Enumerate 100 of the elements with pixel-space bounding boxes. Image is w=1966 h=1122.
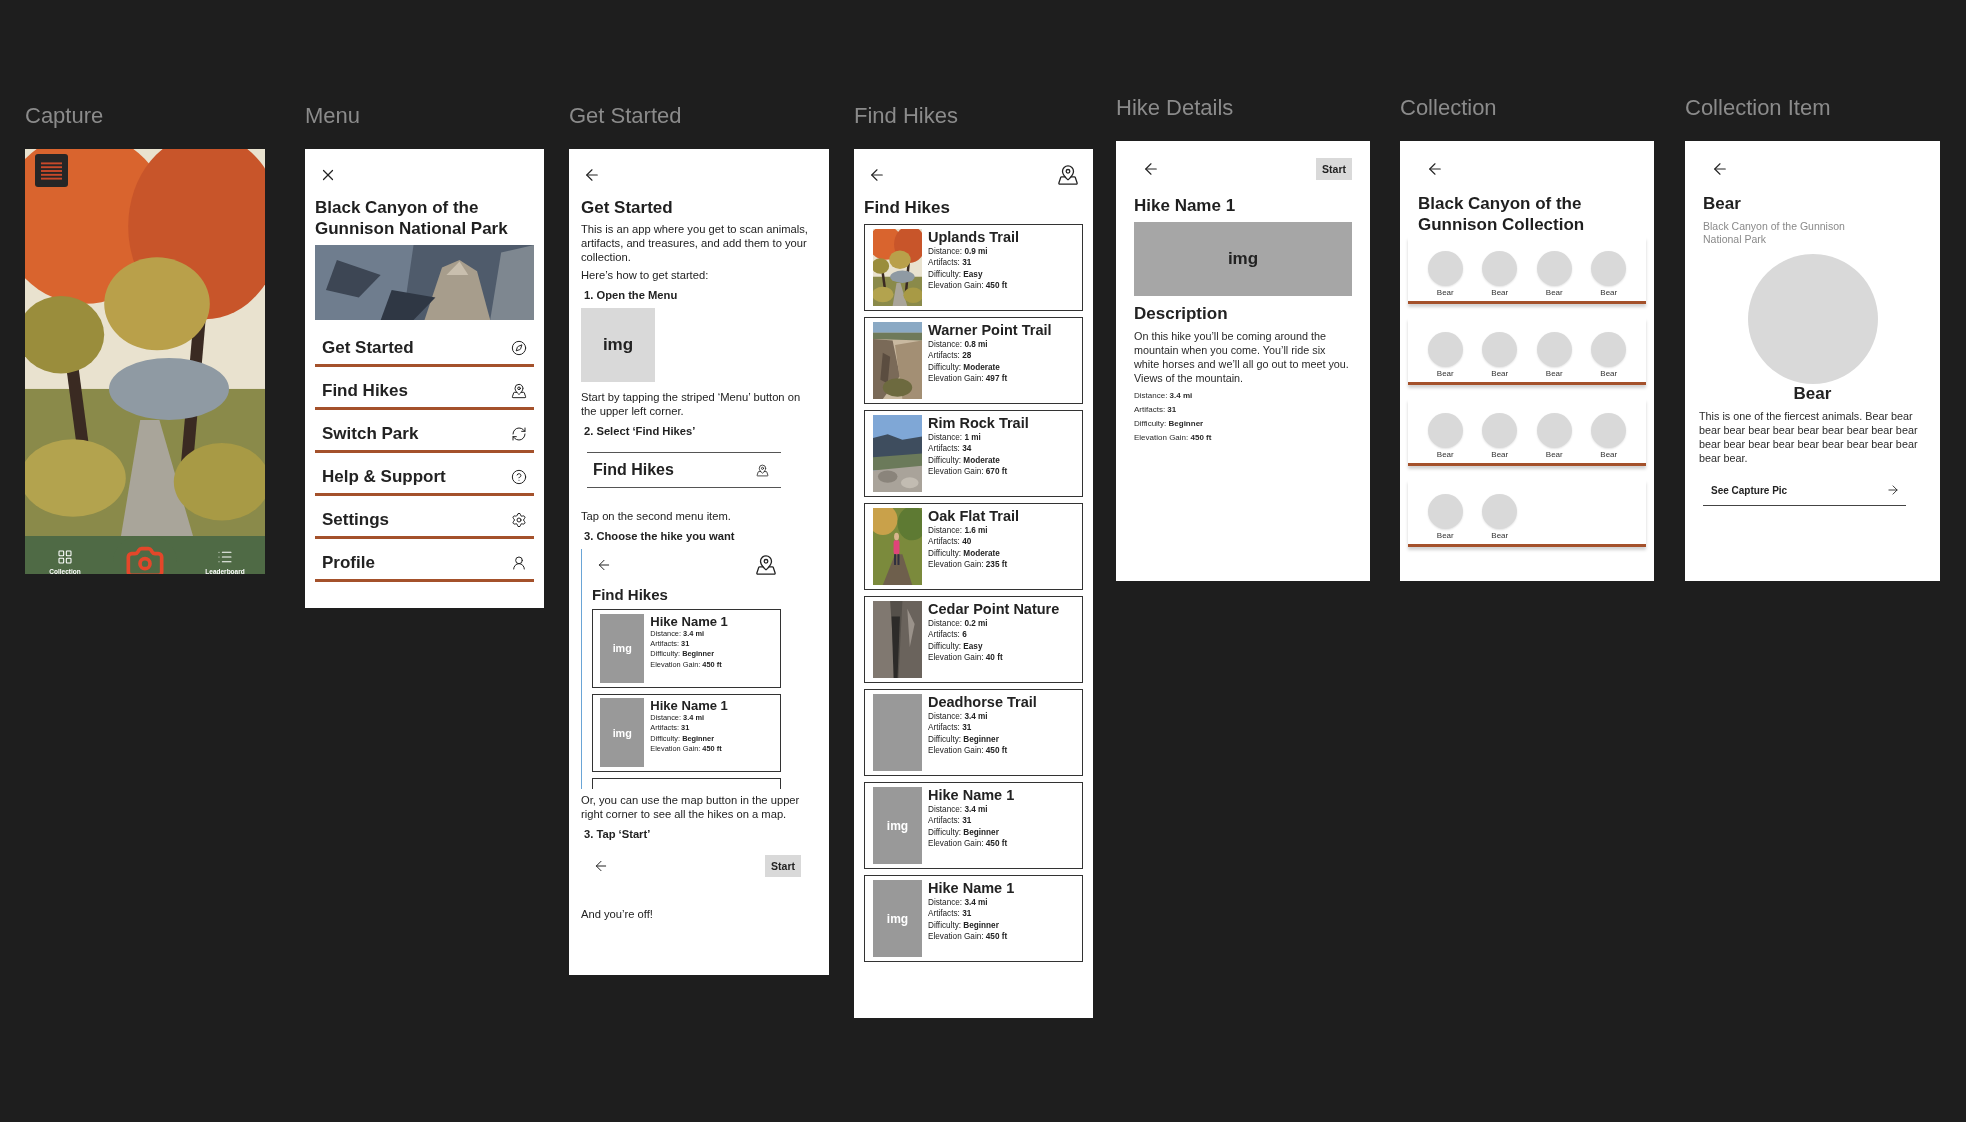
hike-card[interactable]: Uplands Trail Distance: 0.9 mi Artifacts: 31 Difficulty: Easy Elevation Gain: 450 ft [864,224,1083,311]
hike-name: Warner Point Trail [928,322,1052,339]
menu-item[interactable]: Find Hikes [587,453,781,488]
screen-title: Find Hikes [592,586,669,604]
hike-detail: Difficulty: Easy [928,640,984,653]
hike-title: Hike Name 1 [1134,195,1237,216]
image-placeholder: img [873,787,922,864]
hike-name: Hike Name 1 [928,880,1015,897]
instruction-text: And you’re off! [581,907,654,921]
screen-title: Get Started [581,197,674,218]
refresh-icon [511,426,527,442]
map-pin-icon [756,463,769,477]
instruction-text: Tap on the second menu item. [581,509,732,523]
grid-icon [57,549,73,565]
hike-card[interactable]: Warner Point Trail Distance: 0.8 mi Artifacts: 28 Difficulty: Moderate Elevation Gain: 497 ft [864,317,1083,404]
hike-detail: Distance: 1.6 mi [928,524,989,537]
hike-name: Oak Flat Trail [928,508,1020,525]
image-placeholder: img [873,880,922,957]
hike-detail: Artifacts: 28 [928,350,973,362]
instruction-text: Here’s how to get started: [581,268,710,282]
frame-label: Collection [1400,95,1498,121]
hike-detail: Distance: 3.4 mi [928,803,989,816]
back-button[interactable] [583,166,601,184]
hike-detail: Elevation Gain: 450 ft [1134,432,1213,444]
list-icon [217,549,233,565]
see-capture-link[interactable]: See Capture Pic [1703,473,1906,506]
menu-item[interactable]: Find Hikes [315,367,534,410]
hike-detail: Elevation Gain: 450 ft [928,838,1009,850]
item-description: This is one of the fiercest animals. Bear bear bear bear bear bear bear bear bear bear bear bear bear bear bear bear bear bear bear bear bear bear. [1699,409,1919,465]
hike-name: Hike Name 1 [928,787,1015,804]
collection-item[interactable]: Bear [1581,413,1636,459]
hike-detail: Artifacts: 34 [928,443,973,455]
collection-item[interactable]: Bear [1472,494,1527,540]
menu-item[interactable]: Help & Support [315,453,534,496]
hike-card[interactable]: Rim Rock Trail Distance: 1 mi Artifacts: 34 Difficulty: Moderate Elevation Gain: 670 ft [864,410,1083,497]
hike-card[interactable]: img Hike Name 1 Distance: 3.4 mi Artifacts: 31 Difficulty: Beginner Elevation Gain: 450 ft [864,782,1083,869]
hike-card[interactable]: Deadhorse Trail Distance: 3.4 mi Artifacts: 31 Difficulty: Beginner Elevation Gain: 450 ft [864,689,1083,776]
frame-label: Capture [25,103,105,129]
collection-item[interactable]: Bear [1527,332,1582,378]
map-button[interactable] [755,553,777,576]
collection-item[interactable]: Bear [1527,413,1582,459]
collection-item[interactable]: Bear [1581,251,1636,297]
collection-item[interactable]: Bear [1472,413,1527,459]
hike-detail: Artifacts: 31 [1134,404,1178,416]
collection-item[interactable]: Bear [1418,332,1473,378]
image-placeholder: img [600,698,645,768]
frame-label: Hike Details [1116,95,1235,121]
back-button[interactable] [868,166,886,184]
map-pin-icon [511,383,527,399]
screen-title: Find Hikes [864,197,951,218]
back-button[interactable] [1711,160,1729,178]
menu-item[interactable]: Profile [315,539,534,582]
hike-detail: Elevation Gain: 450 ft [928,280,1009,292]
hike-detail: Difficulty: Beginner [928,919,1000,932]
hike-detail: Elevation Gain: 235 ft [928,559,1009,571]
collection-item[interactable]: Bear [1418,251,1473,297]
hike-card[interactable]: Cedar Point Nature Distance: 0.2 mi Artifacts: 6 Difficulty: Easy Elevation Gain: 40 ft [864,596,1083,683]
hike-detail: Elevation Gain: 497 ft [928,373,1009,385]
collection-item[interactable]: Bear [1527,251,1582,297]
hike-detail: Elevation Gain: 40 ft [928,652,1004,664]
menu-item[interactable]: Get Started [315,324,534,367]
image-placeholder: img [600,613,645,683]
hike-card[interactable]: img Hike Name 1 Distance: 3.4 mi Artifacts: 31 Difficulty: Beginner Elevation Gain: 450 ft [864,875,1083,962]
menu-item[interactable]: Switch Park [315,410,534,453]
frame-label: Menu [305,103,362,129]
hike-detail: Elevation Gain: 450 ft [928,745,1009,757]
step-heading: 1. Open the Menu [583,288,679,302]
hike-detail: Difficulty: Beginner [928,733,1000,746]
hike-detail: Distance: 3.4 mi [1134,390,1194,402]
hike-card[interactable]: Oak Flat Trail Distance: 1.6 mi Artifacts: 40 Difficulty: Moderate Elevation Gain: 235 ft [864,503,1083,590]
hike-detail: Artifacts: 31 [928,257,973,269]
hike-detail: Difficulty: Moderate [928,547,1001,560]
hike-detail: Difficulty: Beginner [928,826,1000,839]
frame-label: Collection Item [1685,95,1832,121]
help-icon [511,469,527,485]
start-button[interactable]: Start [1316,158,1352,180]
hike-name: Hike Name 1 [650,698,728,714]
hike-detail: Difficulty: Moderate [928,361,1001,374]
menu-item[interactable]: Settings [315,496,534,539]
section-heading: Description [1134,304,1229,324]
placeholder-label: img [602,335,634,355]
menu-button[interactable] [35,154,68,187]
hike-detail: Distance: 3.4 mi [928,896,989,909]
back-button[interactable] [1426,160,1444,178]
collection-item[interactable]: Bear [1472,251,1527,297]
collection-item[interactable]: Bear [1581,332,1636,378]
hike-detail: Artifacts: 31 [928,908,973,920]
collection-item[interactable]: Bear [1472,332,1527,378]
collection-item[interactable]: Bear [1418,413,1473,459]
hike-detail: Distance: 0.2 mi [928,617,989,630]
back-button[interactable] [1142,160,1160,178]
start-button[interactable]: Start [765,855,801,877]
hike-name: Cedar Point Nature [928,601,1060,618]
park-title: Black Canyon of the Gunnison National Park [315,197,509,239]
collection-item[interactable]: Bear [1418,494,1473,540]
hike-name: Uplands Trail [928,229,1020,246]
step-heading: 3. Choose the hike you want [583,529,736,543]
map-button[interactable] [1057,164,1079,186]
item-name: Bear [1793,384,1832,404]
hike-detail: Artifacts: 40 [928,536,973,548]
